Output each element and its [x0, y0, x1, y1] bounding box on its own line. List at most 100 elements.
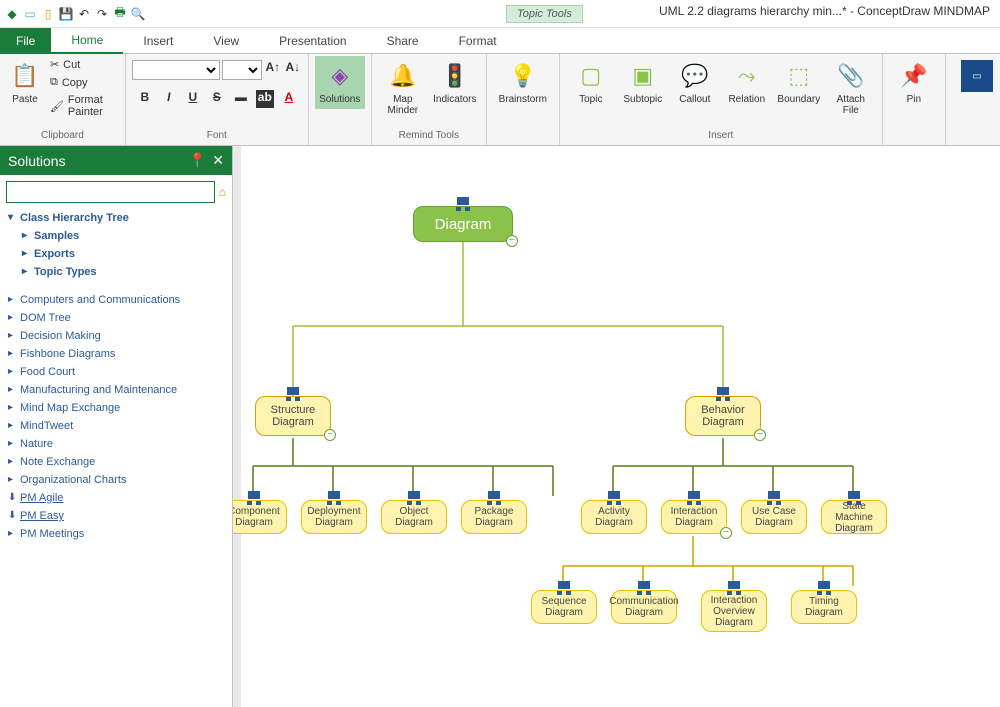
tab-share[interactable]: Share	[367, 28, 439, 54]
fill-button[interactable]: ▬	[232, 90, 250, 108]
redo-icon[interactable]: ↷	[94, 6, 110, 22]
home-icon[interactable]: ⌂	[219, 185, 226, 199]
group-label: Insert	[566, 130, 876, 143]
solutions-button[interactable]: ◈ Solutions	[315, 56, 365, 109]
node-structure[interactable]: Structure Diagram −	[255, 396, 331, 436]
tree-item[interactable]: MindTweet	[4, 417, 228, 435]
relation-button[interactable]: ⤳Relation	[722, 56, 772, 109]
tree-item[interactable]: Note Exchange	[4, 453, 228, 471]
tree-item-download[interactable]: PM Easy	[4, 507, 228, 525]
print-icon[interactable]: 🖶	[112, 6, 128, 22]
tree-item-download[interactable]: PM Agile	[4, 489, 228, 507]
callout-button[interactable]: 💬Callout	[670, 56, 720, 109]
tab-presentation[interactable]: Presentation	[259, 28, 366, 54]
tree-item[interactable]: Computers and Communications	[4, 291, 228, 309]
panel-search: ⌂	[0, 175, 232, 209]
preview-icon[interactable]: 🔍	[130, 6, 146, 22]
copy-icon: ⧉	[50, 76, 58, 89]
tree-item[interactable]: Organizational Charts	[4, 471, 228, 489]
tree-item[interactable]: Mind Map Exchange	[4, 399, 228, 417]
node-root[interactable]: Diagram −	[413, 206, 513, 242]
bold-button[interactable]: B	[136, 90, 154, 108]
node-leaf[interactable]: Activity Diagram	[581, 500, 647, 534]
vertical-scrollbar[interactable]	[233, 146, 241, 707]
indicators-button[interactable]: 🚦 Indicators	[430, 56, 480, 109]
pin-panel-icon[interactable]: 📍	[189, 152, 206, 169]
node-leaf[interactable]: Communication Diagram	[611, 590, 677, 624]
tree-item[interactable]: Fishbone Diagrams	[4, 345, 228, 363]
search-input[interactable]	[6, 181, 215, 203]
paste-button[interactable]: 📋 Paste	[6, 56, 44, 109]
tab-format[interactable]: Format	[439, 28, 517, 54]
undo-icon[interactable]: ↶	[76, 6, 92, 22]
grow-font-icon[interactable]: A↑	[264, 60, 282, 78]
font-color-button[interactable]: A	[280, 90, 298, 108]
tree-item[interactable]: Samples	[4, 227, 228, 245]
file-tab[interactable]: File	[0, 28, 51, 54]
collapse-icon[interactable]: −	[754, 429, 766, 441]
copy-button[interactable]: ⧉Copy	[46, 74, 119, 91]
shrink-font-icon[interactable]: A↓	[284, 60, 302, 78]
highlight-button[interactable]: ab	[256, 90, 274, 108]
node-leaf[interactable]: Component Diagram	[233, 500, 287, 534]
new-icon[interactable]: ▭	[22, 6, 38, 22]
collapse-icon[interactable]: −	[720, 527, 732, 539]
topic-button[interactable]: ▢Topic	[566, 56, 616, 109]
ribbon-tabs: File Home Insert View Presentation Share…	[0, 28, 1000, 54]
italic-button[interactable]: I	[160, 90, 178, 108]
format-painter-button[interactable]: 🖌Format Painter	[46, 92, 119, 120]
font-family-combo[interactable]	[132, 60, 220, 80]
panel-title: Solutions	[8, 153, 66, 169]
node-leaf[interactable]: State Machine Diagram	[821, 500, 887, 534]
node-leaf[interactable]: Sequence Diagram	[531, 590, 597, 624]
panel-list[interactable]: Class Hierarchy Tree Samples Exports Top…	[0, 209, 232, 707]
solutions-icon: ◈	[324, 60, 356, 92]
tree-item[interactable]: Manufacturing and Maintenance	[4, 381, 228, 399]
tree-item[interactable]: PM Meetings	[4, 525, 228, 543]
node-handle-icon	[728, 581, 740, 589]
mindmap-canvas[interactable]: Diagram − Structure Diagram − Behavior D…	[233, 146, 1000, 707]
tree-item[interactable]: Decision Making	[4, 327, 228, 345]
boundary-button[interactable]: ⬚Boundary	[774, 56, 824, 109]
tree-item[interactable]: Exports	[4, 245, 228, 263]
tree-item[interactable]: Food Court	[4, 363, 228, 381]
node-leaf[interactable]: Deployment Diagram	[301, 500, 367, 534]
attach-file-button[interactable]: 📎Attach File	[826, 56, 876, 120]
tab-home[interactable]: Home	[51, 28, 123, 54]
close-panel-icon[interactable]: ✕	[212, 152, 224, 169]
group-font: A↑ A↓ B I U S ▬ ab A Font	[126, 54, 309, 145]
tree-root[interactable]: Class Hierarchy Tree	[4, 209, 228, 227]
panel-header: Solutions 📍 ✕	[0, 146, 232, 175]
tree-item[interactable]: DOM Tree	[4, 309, 228, 327]
brainstorm-button[interactable]: 💡 Brainstorm	[493, 56, 553, 109]
boundary-icon: ⬚	[783, 60, 815, 92]
group-extra: ▭	[946, 54, 1000, 145]
node-leaf[interactable]: Use Case Diagram	[741, 500, 807, 534]
font-size-combo[interactable]	[222, 60, 262, 80]
collapse-icon[interactable]: −	[506, 235, 518, 247]
cut-button[interactable]: ✂Cut	[46, 56, 119, 73]
relation-icon: ⤳	[731, 60, 763, 92]
strike-button[interactable]: S	[208, 90, 226, 108]
save-icon[interactable]: 💾	[58, 6, 74, 22]
contextual-tab-label: Topic Tools	[506, 5, 583, 23]
tab-view[interactable]: View	[193, 28, 259, 54]
node-handle-icon	[717, 387, 729, 395]
node-leaf[interactable]: Interaction Overview Diagram	[701, 590, 767, 632]
tree-item[interactable]: Topic Types	[4, 263, 228, 281]
node-leaf[interactable]: Object Diagram	[381, 500, 447, 534]
node-behavior[interactable]: Behavior Diagram −	[685, 396, 761, 436]
tree-item[interactable]: Nature	[4, 435, 228, 453]
tab-insert[interactable]: Insert	[123, 28, 193, 54]
pin-button[interactable]: 📌Pin	[889, 56, 939, 109]
node-interaction[interactable]: Interaction Diagram−	[661, 500, 727, 534]
underline-button[interactable]: U	[184, 90, 202, 108]
open-icon[interactable]: ▯	[40, 6, 56, 22]
node-leaf[interactable]: Package Diagram	[461, 500, 527, 534]
paperclip-icon: 📎	[835, 60, 867, 92]
template-button[interactable]: ▭	[952, 56, 1000, 96]
node-leaf[interactable]: Timing Diagram	[791, 590, 857, 624]
map-minder-button[interactable]: 🔔 Map Minder	[378, 56, 428, 120]
subtopic-button[interactable]: ▣Subtopic	[618, 56, 668, 109]
collapse-icon[interactable]: −	[324, 429, 336, 441]
